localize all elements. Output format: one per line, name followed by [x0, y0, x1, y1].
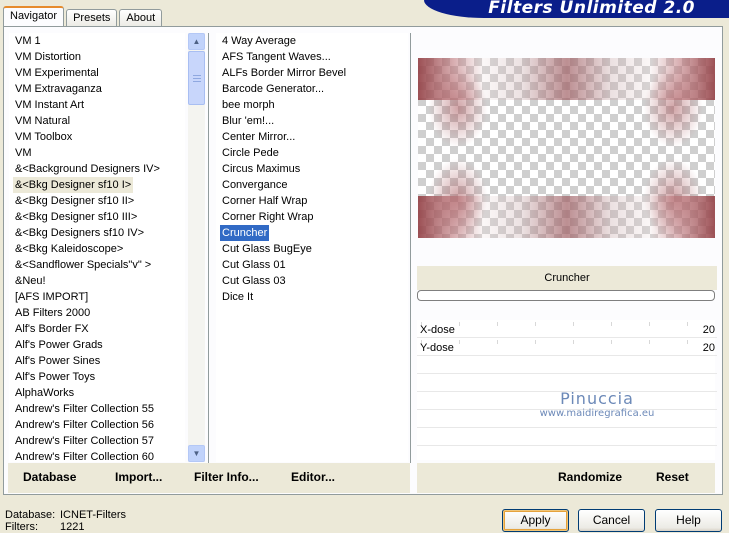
- category-item[interactable]: Alf's Power Sines: [13, 353, 102, 369]
- param-row-y-dose[interactable]: Y-dose 20: [417, 340, 717, 356]
- category-item[interactable]: AlphaWorks: [13, 385, 76, 401]
- tab-about[interactable]: About: [119, 9, 163, 26]
- filter-item[interactable]: Cut Glass BugEye: [220, 241, 314, 257]
- category-item[interactable]: VM Toolbox: [13, 129, 74, 145]
- category-item[interactable]: &<Sandflower Specials"v" >: [13, 257, 153, 273]
- filters-label: Filters:: [5, 521, 38, 533]
- scroll-up-button[interactable]: ▲: [188, 33, 205, 50]
- import-button[interactable]: Import...: [115, 470, 162, 486]
- filter-item[interactable]: bee morph: [220, 97, 277, 113]
- category-item[interactable]: Alf's Power Grads: [13, 337, 105, 353]
- category-item[interactable]: Andrew's Filter Collection 56: [13, 417, 156, 433]
- progress-bar: [417, 290, 715, 301]
- app-banner: Filters Unlimited 2.0: [424, 0, 729, 18]
- category-item[interactable]: VM Distortion: [13, 49, 83, 65]
- category-item[interactable]: &Neu!: [13, 273, 48, 289]
- help-button[interactable]: Help: [655, 509, 722, 532]
- category-item[interactable]: VM Experimental: [13, 65, 101, 81]
- category-item[interactable]: Andrew's Filter Collection 60: [13, 449, 156, 462]
- category-item[interactable]: Alf's Border FX: [13, 321, 91, 337]
- filter-preview: [418, 58, 715, 238]
- filter-item[interactable]: Barcode Generator...: [220, 81, 326, 97]
- filter-item[interactable]: Center Mirror...: [220, 129, 297, 145]
- watermark: Pinuccia www.maidiregrafica.eu: [512, 389, 682, 419]
- divider: [208, 33, 209, 463]
- filter-item[interactable]: Corner Right Wrap: [220, 209, 316, 225]
- filter-item[interactable]: Cruncher: [220, 225, 270, 241]
- scroll-down-button[interactable]: ▼: [188, 445, 205, 462]
- filter-name-label: Cruncher: [417, 266, 717, 290]
- category-item[interactable]: VM Natural: [13, 113, 72, 129]
- filter-item[interactable]: AFS Tangent Waves...: [220, 49, 333, 65]
- database-value: ICNET-Filters: [60, 509, 126, 521]
- filter-info-button[interactable]: Filter Info...: [194, 470, 259, 486]
- category-item[interactable]: Alf's Power Toys: [13, 369, 97, 385]
- param-row-empty: [417, 358, 717, 374]
- watermark-url: www.maidiregrafica.eu: [539, 408, 655, 419]
- reset-button[interactable]: Reset: [656, 470, 689, 486]
- cancel-button[interactable]: Cancel: [578, 509, 645, 532]
- tab-strip: Navigator Presets About: [3, 6, 164, 26]
- divider: [410, 33, 411, 463]
- watermark-name: Pinuccia: [560, 389, 634, 408]
- param-row-x-dose[interactable]: X-dose 20: [417, 322, 717, 338]
- filter-item[interactable]: Cut Glass 01: [220, 257, 288, 273]
- category-item[interactable]: AB Filters 2000: [13, 305, 92, 321]
- category-item[interactable]: Andrew's Filter Collection 55: [13, 401, 156, 417]
- filter-item[interactable]: Cut Glass 03: [220, 273, 288, 289]
- database-status: Database: ICNET-Filters: [5, 509, 126, 521]
- editor-button[interactable]: Editor...: [291, 470, 335, 486]
- category-item[interactable]: Andrew's Filter Collection 57: [13, 433, 156, 449]
- filter-list[interactable]: 4 Way Average AFS Tangent Waves... ALFs Bo…: [216, 33, 408, 462]
- filter-item[interactable]: Circle Pede: [220, 145, 281, 161]
- randomize-button[interactable]: Randomize: [558, 470, 622, 486]
- category-item[interactable]: [AFS IMPORT]: [13, 289, 90, 305]
- filter-item[interactable]: Corner Half Wrap: [220, 193, 309, 209]
- category-item[interactable]: &<Bkg Designer sf10 II>: [13, 193, 136, 209]
- category-item[interactable]: VM Extravaganza: [13, 81, 104, 97]
- scroll-thumb[interactable]: [188, 51, 205, 105]
- category-item[interactable]: &<Bkg Designer sf10 I>: [13, 177, 134, 193]
- filters-status: Filters: 1221: [5, 521, 84, 533]
- tab-navigator[interactable]: Navigator: [3, 6, 65, 26]
- param-value: 20: [702, 324, 715, 336]
- param-name: Y-dose: [420, 342, 454, 354]
- database-button[interactable]: Database: [23, 470, 76, 486]
- filter-item[interactable]: Convergance: [220, 177, 289, 193]
- param-name: X-dose: [420, 324, 455, 336]
- filter-item[interactable]: Dice It: [220, 289, 255, 305]
- category-item[interactable]: VM 1: [13, 33, 43, 49]
- tab-presets[interactable]: Presets: [66, 9, 118, 26]
- param-value: 20: [702, 342, 715, 354]
- filters-count: 1221: [60, 521, 85, 533]
- filter-item[interactable]: Blur 'em!...: [220, 113, 276, 129]
- category-item[interactable]: &<Bkg Designer sf10 III>: [13, 209, 139, 225]
- filter-item[interactable]: 4 Way Average: [220, 33, 298, 49]
- category-item[interactable]: &<Background Designers IV>: [13, 161, 162, 177]
- category-item[interactable]: VM: [13, 145, 34, 161]
- param-row-empty: [417, 430, 717, 446]
- category-item[interactable]: VM Instant Art: [13, 97, 86, 113]
- filter-item[interactable]: ALFs Border Mirror Bevel: [220, 65, 348, 81]
- category-item[interactable]: &<Bkg Designers sf10 IV>: [13, 225, 146, 241]
- apply-button[interactable]: Apply: [502, 509, 569, 532]
- category-list[interactable]: VM 1 VM Distortion VM Experimental VM Extra…: [9, 33, 185, 462]
- category-item[interactable]: &<Bkg Kaleidoscope>: [13, 241, 125, 257]
- banner-title: Filters Unlimited 2.0: [488, 0, 695, 18]
- filter-item[interactable]: Circus Maximus: [220, 161, 302, 177]
- database-label: Database:: [5, 509, 56, 521]
- category-scrollbar[interactable]: ▲ ▼: [188, 33, 205, 462]
